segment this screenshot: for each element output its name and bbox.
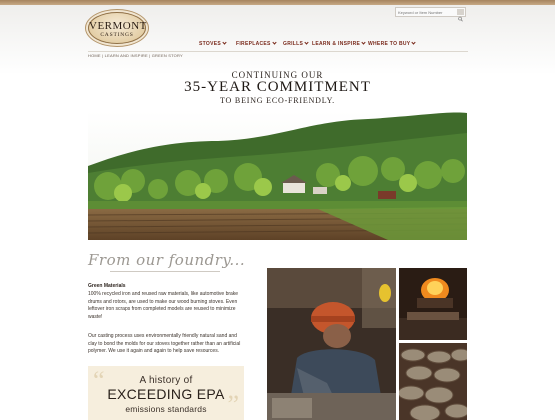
search-icon — [458, 16, 463, 22]
chevron-down-icon — [411, 40, 417, 45]
header-background — [0, 5, 555, 75]
nav-label: FIREPLACES — [236, 41, 271, 47]
nav-item-stoves[interactable]: STOVES — [199, 40, 227, 47]
nav-label: LEARN & INSPIRE — [312, 41, 361, 47]
nav-label: GRILLS — [283, 41, 304, 47]
materials-paragraph: 100% recycled iron and reused raw materi… — [88, 291, 239, 320]
search-input[interactable] — [398, 8, 454, 16]
nav-item-fireplaces[interactable]: FIREPLACES — [236, 40, 277, 47]
chevron-down-icon — [361, 40, 366, 45]
chevron-down-icon — [272, 40, 277, 45]
epa-line-3: emissions standards — [125, 404, 207, 414]
section-script-heading: From our foundry... — [88, 251, 246, 269]
furnace-fire-photo — [399, 268, 467, 340]
header-divider — [88, 51, 468, 52]
logo-wordmark: VERMONT — [89, 20, 147, 32]
intro-line-3: TO BEING ECO-FRIENDLY. — [220, 96, 335, 105]
epa-line-2: EXCEEDING EPA — [107, 386, 225, 402]
chevron-down-icon — [304, 40, 309, 45]
nav-item-learn-inspire[interactable]: LEARN & INSPIRE — [312, 40, 366, 47]
search-button[interactable] — [457, 9, 464, 22]
nav-label: STOVES — [199, 41, 221, 47]
search-box — [395, 7, 466, 22]
nav-item-grills[interactable]: GRILLS — [283, 40, 309, 47]
foundry-worker-photo — [267, 268, 396, 420]
epa-line-1: A history of — [139, 375, 193, 386]
chevron-down-icon — [222, 40, 227, 45]
logo-subtitle: CASTINGS — [100, 32, 134, 38]
vermont-castings-logo[interactable]: VERMONT CASTINGS — [88, 12, 146, 44]
hero-landscape-image — [88, 111, 467, 240]
heading-underline — [110, 271, 220, 272]
page-title: 35-YEAR COMMITMENT — [184, 79, 371, 95]
cast-iron-molds-photo — [399, 343, 467, 420]
epa-callout: “ ” A history of EXCEEDING EPA emissions… — [88, 366, 244, 420]
casting-paragraph: Our casting process uses environmentally… — [88, 333, 241, 355]
green-materials-title: Green Materials — [88, 283, 126, 289]
nav-item-where-to-buy[interactable]: WHERE TO BUY — [368, 40, 417, 47]
breadcrumb[interactable]: HOME | LEARN AND INSPIRE | GREEN STORY — [88, 53, 183, 58]
nav-label: WHERE TO BUY — [368, 41, 411, 47]
